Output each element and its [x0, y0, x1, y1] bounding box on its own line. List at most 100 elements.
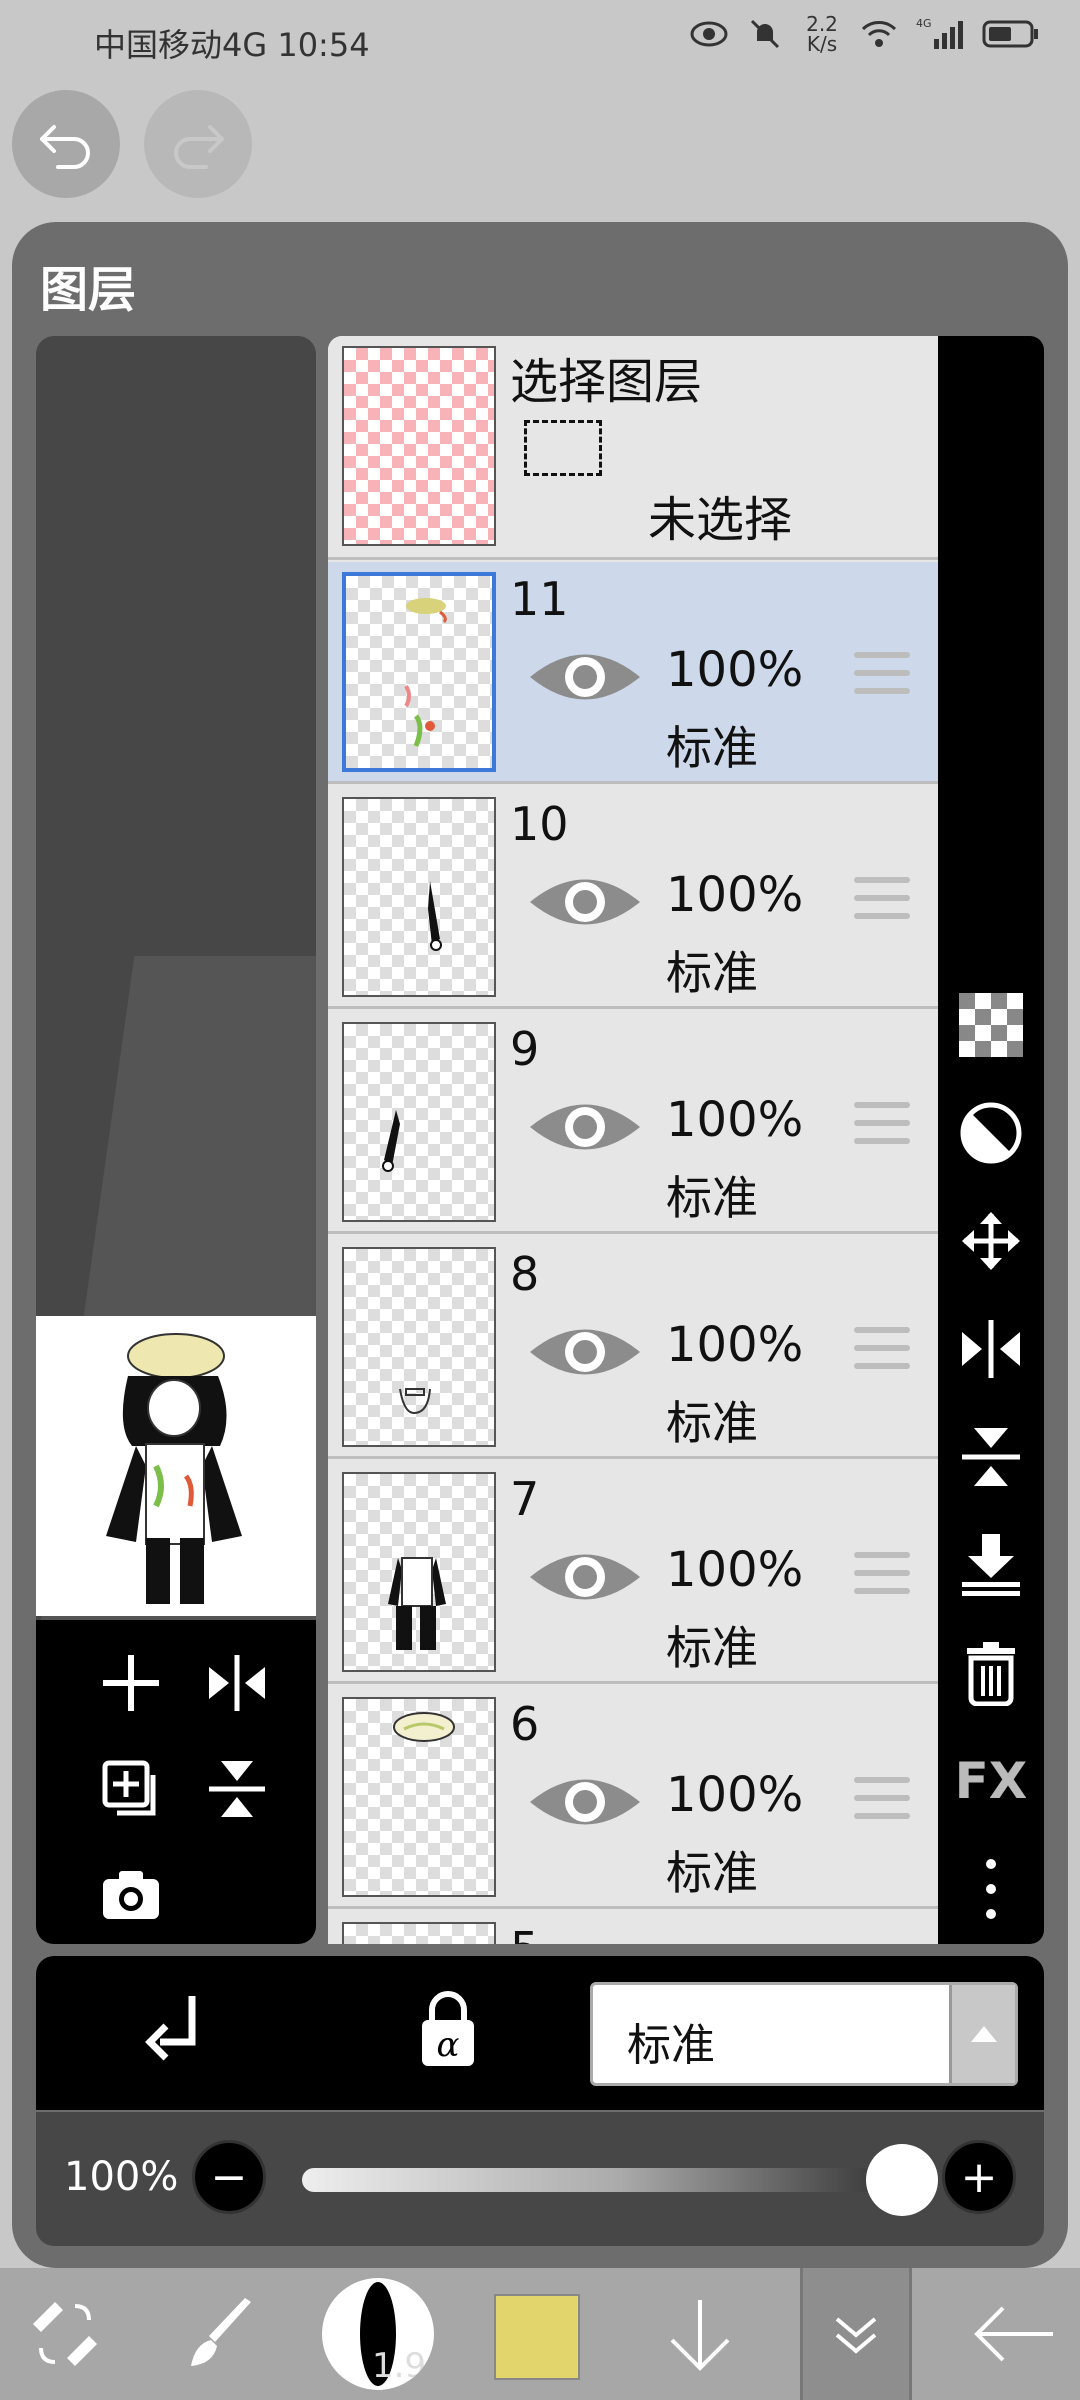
flip-vertical-icon — [209, 1761, 265, 1817]
wifi-icon — [860, 15, 898, 53]
delete-layer-button[interactable] — [938, 1628, 1044, 1718]
visibility-toggle-eye-icon[interactable] — [524, 1317, 646, 1387]
layer-name: 5 — [510, 1922, 539, 1944]
opacity-decrease-button[interactable]: − — [192, 2140, 266, 2214]
layer-row-9[interactable]: 9 100% 标准 — [328, 1012, 938, 1234]
brush-eraser-switch-icon — [33, 2302, 97, 2366]
layer-opacity: 100% — [666, 867, 804, 923]
layer-name: 9 — [510, 1022, 540, 1076]
layer-opacity: 100% — [666, 1092, 804, 1148]
layer-row-10[interactable]: 10 100% 标准 — [328, 787, 938, 1009]
selection-layer-row[interactable]: 选择图层 未选择 — [328, 336, 938, 560]
fx-button[interactable]: FX — [938, 1736, 1044, 1826]
color-swatch-button[interactable] — [494, 2294, 580, 2380]
layer-row-5[interactable]: 5 — [328, 1912, 938, 1944]
transparency-lock-button[interactable] — [938, 980, 1044, 1070]
flip-layer-horizontal-button[interactable] — [938, 1304, 1044, 1394]
flip-horizontal-icon — [962, 1320, 1020, 1378]
brush-tool-button[interactable] — [176, 2268, 266, 2400]
flip-canvas-horizontal-button[interactable] — [192, 1638, 282, 1728]
layer-thumbnail — [342, 572, 496, 772]
checker-icon — [959, 993, 1023, 1057]
plus-icon — [103, 1655, 159, 1711]
canvas-thumbnail[interactable] — [36, 1316, 316, 1616]
clipping-button[interactable] — [938, 1088, 1044, 1178]
layer-row-11[interactable]: 11 100% 标准 — [328, 562, 938, 784]
move-layer-button[interactable] — [938, 1196, 1044, 1286]
layer-opacity: 100% — [666, 1317, 804, 1373]
duplicate-layer-button[interactable] — [86, 1744, 176, 1834]
blend-mode-value: 标准 — [627, 2020, 715, 2071]
selection-layer-name: 选择图层 — [510, 354, 703, 410]
layer-thumbnail — [342, 1697, 496, 1897]
preview-toolbar — [36, 1620, 316, 1944]
flip-vertical-icon — [962, 1428, 1020, 1486]
visibility-toggle-eye-icon[interactable] — [524, 1092, 646, 1162]
selection-layer-thumbnail — [342, 346, 496, 546]
layer-thumbnail — [342, 1022, 496, 1222]
canvas-preview-area — [36, 336, 316, 1944]
layer-thumbnail — [342, 1247, 496, 1447]
mute-bell-icon — [746, 15, 784, 53]
layer-blend-mode: 标准 — [666, 1396, 758, 1450]
visibility-toggle-eye-icon[interactable] — [524, 1767, 646, 1837]
camera-button[interactable] — [86, 1850, 176, 1940]
brush-size-button[interactable]: 1.9 — [322, 2278, 434, 2390]
alpha-lock-button[interactable]: α — [418, 1990, 478, 2074]
blend-mode-select[interactable]: 标准 — [590, 1982, 1018, 2086]
flip-canvas-vertical-button[interactable] — [192, 1744, 282, 1834]
panel-title: 图层 — [40, 262, 137, 318]
dropdown-arrow-icon[interactable] — [949, 1985, 1015, 2083]
flip-layer-vertical-button[interactable] — [938, 1412, 1044, 1502]
layer-row-7[interactable]: 7 100% 标准 — [328, 1462, 938, 1684]
layer-name: 11 — [510, 572, 569, 626]
layer-down-button[interactable] — [650, 2268, 750, 2400]
collapse-panel-button[interactable] — [800, 2268, 912, 2400]
battery-icon — [982, 15, 1040, 53]
layer-row-6[interactable]: 6 100% 标准 — [328, 1687, 938, 1909]
back-button[interactable] — [964, 2268, 1064, 2400]
visibility-toggle-eye-icon[interactable] — [524, 1542, 646, 1612]
opacity-slider[interactable] — [302, 2168, 938, 2192]
plus-icon: + — [960, 2151, 998, 2203]
flip-horizontal-icon — [209, 1655, 265, 1711]
merge-down-button[interactable] — [938, 1520, 1044, 1610]
drag-handle-icon[interactable] — [854, 1102, 910, 1156]
layer-thumbnail — [342, 797, 496, 997]
layer-blend-mode: 标准 — [666, 721, 758, 775]
more-options-button[interactable] — [938, 1844, 1044, 1934]
brush-eraser-toggle-button[interactable] — [20, 2268, 110, 2400]
undo-button[interactable] — [12, 90, 120, 198]
arrow-left-icon — [974, 2306, 1053, 2362]
add-layer-button[interactable] — [86, 1638, 176, 1728]
trash-icon — [967, 1642, 1015, 1706]
layer-thumbnail — [342, 1472, 496, 1672]
layer-opacity: 100% — [666, 1542, 804, 1598]
merge-down-icon — [962, 1534, 1020, 1596]
double-chevron-down-icon — [835, 2317, 877, 2354]
visibility-toggle-eye-icon[interactable] — [524, 867, 646, 937]
half-circle-icon — [960, 1102, 1022, 1164]
selection-state: 未选择 — [648, 492, 793, 548]
drag-handle-icon[interactable] — [854, 652, 910, 706]
layer-blend-mode: 标准 — [666, 946, 758, 1000]
layer-list[interactable]: 选择图层 未选择 11 100% 标准 10 100% 标准 9 100% 标准… — [328, 336, 938, 1944]
clip-to-below-button[interactable] — [136, 1988, 208, 2072]
layer-name: 7 — [510, 1472, 540, 1526]
opacity-increase-button[interactable]: + — [942, 2140, 1016, 2214]
layer-blend-mode: 标准 — [666, 1846, 758, 1900]
opacity-slider-thumb[interactable] — [866, 2144, 938, 2216]
selection-rect-icon — [524, 420, 602, 476]
layer-name: 8 — [510, 1247, 540, 1301]
visibility-toggle-eye-icon[interactable] — [524, 642, 646, 712]
layer-name: 6 — [510, 1697, 540, 1751]
drag-handle-icon[interactable] — [854, 1327, 910, 1381]
drag-handle-icon[interactable] — [854, 1777, 910, 1831]
bottom-toolbar: 1.9 — [0, 2268, 1080, 2400]
drag-handle-icon[interactable] — [854, 877, 910, 931]
layer-row-8[interactable]: 8 100% 标准 — [328, 1237, 938, 1459]
redo-button[interactable] — [144, 90, 252, 198]
opacity-value: 100% — [64, 2154, 179, 2200]
opacity-bar: 100% − + — [36, 2112, 1044, 2246]
drag-handle-icon[interactable] — [854, 1552, 910, 1606]
